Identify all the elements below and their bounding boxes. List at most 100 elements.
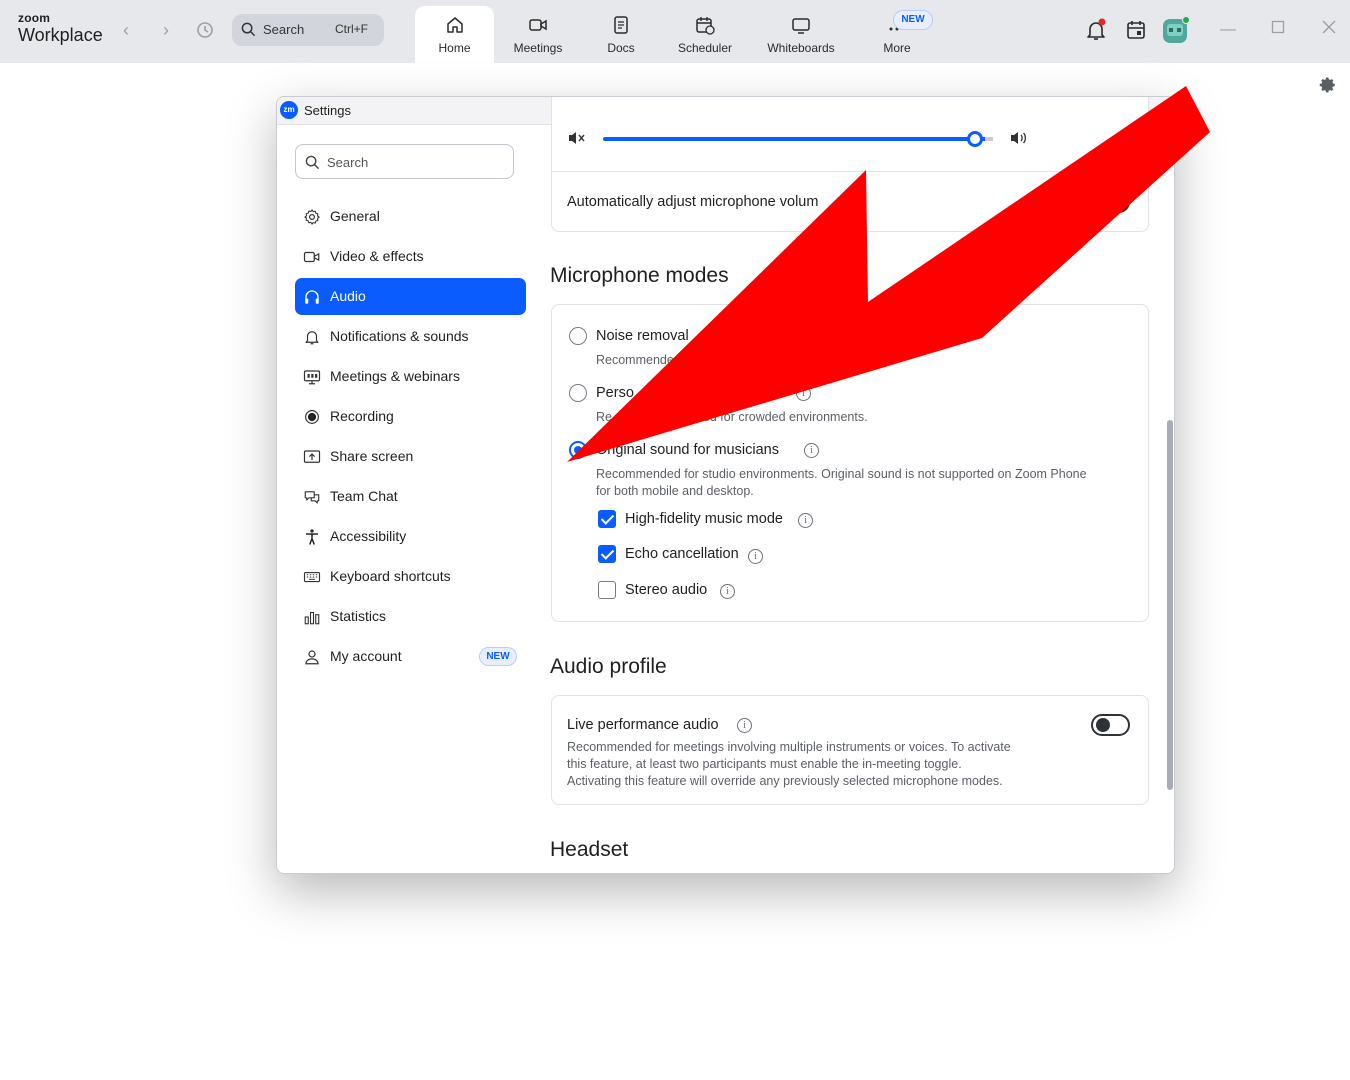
stereo-audio-info-icon[interactable]: i	[720, 584, 735, 599]
keyboard-icon	[303, 571, 321, 583]
sidebar-item-recording[interactable]: Recording	[295, 398, 526, 435]
live-performance-desc-line-1: Recommended for meetings involving multi…	[567, 740, 1011, 754]
personalized-audio-label: Perso	[596, 385, 634, 401]
auto-adjust-mic-label: Automatically adjust microphone volum	[567, 194, 819, 210]
sidebar-item-audio[interactable]: Audio	[295, 278, 526, 315]
sidebar-item-statistics[interactable]: Statistics	[295, 598, 526, 635]
echo-cancellation-info-icon[interactable]: i	[748, 549, 763, 564]
noise-removal-label: Noise removal	[596, 328, 689, 344]
more-new-badge: NEW	[893, 10, 933, 30]
sidebar-item-keyboard-shortcuts[interactable]: Keyboard shortcuts	[295, 558, 526, 595]
sidebar-item-accessibility[interactable]: Accessibility	[295, 518, 526, 555]
mic-modes-card	[551, 304, 1149, 622]
search-shortcut: Ctrl+F	[335, 22, 368, 36]
user-icon	[305, 650, 319, 665]
sidebar-item-share-screen[interactable]: Share screen	[295, 438, 526, 475]
tab-docs[interactable]: Docs	[598, 6, 644, 63]
mic-volume-card	[551, 97, 1149, 232]
home-settings-gear-icon[interactable]	[1319, 76, 1337, 94]
auto-adjust-mic-toggle[interactable]	[1091, 191, 1130, 213]
original-sound-info-icon[interactable]: i	[804, 443, 819, 458]
search-icon	[305, 155, 320, 170]
volume-up-icon	[1011, 132, 1027, 144]
personalized-audio-desc: Re	[596, 410, 612, 424]
zoom-app-icon: zm	[280, 101, 298, 119]
sidebar-item-team-chat[interactable]: Team Chat	[295, 478, 526, 515]
audio-profile-heading: Audio profile	[550, 655, 667, 678]
bell-icon	[305, 331, 319, 345]
forward-arrow-icon[interactable]: ›	[155, 20, 177, 42]
stereo-audio-checkbox[interactable]	[598, 581, 616, 599]
live-performance-label: Live performance audio	[567, 717, 719, 733]
noise-removal-desc: Recommended	[596, 353, 681, 367]
top-bar: zoom Workplace ‹ › Search Ctrl+F Home Me…	[0, 0, 1350, 63]
personalized-audio-label-end: tion	[751, 385, 775, 401]
settings-search-field[interactable]	[295, 144, 514, 179]
zoom-workplace-logo: zoom Workplace	[18, 11, 103, 45]
live-performance-desc-line-3: Activating this feature will override an…	[567, 774, 1003, 788]
share-screen-icon	[303, 450, 321, 463]
tab-scheduler[interactable]: Scheduler	[670, 6, 740, 63]
mic-modes-heading: Microphone modes	[550, 264, 729, 287]
high-fidelity-checkbox[interactable]	[598, 510, 616, 528]
original-sound-radio[interactable]	[569, 441, 587, 459]
high-fidelity-info-icon[interactable]: i	[798, 513, 813, 528]
tab-meetings[interactable]: Meetings	[502, 6, 574, 63]
volume-mute-icon	[569, 132, 585, 144]
sidebar-item-notifications-sounds[interactable]: Notifications & sounds	[295, 318, 526, 355]
close-window-button[interactable]	[1319, 20, 1339, 40]
live-performance-desc-line-2: this feature, at least two participants …	[567, 757, 962, 771]
chat-icon	[304, 491, 320, 504]
mic-volume-slider-knob[interactable]	[967, 131, 983, 147]
history-icon[interactable]	[194, 20, 216, 42]
original-sound-label: Original sound for musicians	[596, 442, 779, 458]
whiteboard-icon	[792, 18, 810, 34]
noise-removal-radio[interactable]	[569, 327, 587, 345]
notifications-bell-icon[interactable]	[1084, 18, 1108, 42]
back-arrow-icon[interactable]: ‹	[115, 20, 137, 42]
headphones-icon	[305, 290, 319, 304]
record-icon	[305, 410, 319, 424]
minimize-window-button[interactable]: —	[1218, 20, 1238, 40]
video-camera-icon	[303, 251, 320, 263]
divider	[551, 171, 1149, 172]
headset-heading: Headset	[550, 838, 629, 861]
settings-scrollbar[interactable]	[1167, 420, 1173, 790]
sidebar-item-meetings-webinars[interactable]: Meetings & webinars	[295, 358, 526, 395]
stereo-audio-label: Stereo audio	[625, 582, 708, 598]
tab-whiteboards[interactable]: Whiteboards	[760, 6, 842, 63]
sidebar-item-my-account[interactable]: My account NEW	[295, 638, 526, 675]
gear-icon	[304, 209, 320, 225]
original-sound-desc: Recommended for studio environments. Ori…	[596, 467, 1087, 481]
document-icon	[614, 16, 628, 34]
live-performance-toggle[interactable]	[1091, 714, 1130, 736]
high-fidelity-label: High-fidelity music mode	[625, 511, 783, 527]
personalized-audio-desc-end: nded for crowded environments.	[689, 410, 868, 424]
top-search-label: Search	[263, 22, 305, 37]
original-sound-desc-2: for both mobile and desktop.	[596, 484, 754, 498]
my-account-new-badge: NEW	[479, 647, 517, 666]
top-search-button[interactable]: Search Ctrl+F	[232, 14, 384, 46]
bar-chart-icon	[304, 611, 320, 625]
maximize-window-button[interactable]	[1268, 20, 1288, 40]
mic-volume-slider-rest	[985, 137, 993, 141]
sidebar-item-video-effects[interactable]: Video & effects	[295, 238, 526, 275]
live-performance-info-icon[interactable]: i	[737, 718, 752, 733]
mic-volume-slider-track[interactable]	[603, 137, 988, 141]
tab-home[interactable]: Home	[415, 6, 494, 63]
personalized-audio-info-icon[interactable]: i	[796, 386, 811, 401]
avatar[interactable]	[1162, 16, 1190, 44]
accessibility-icon	[306, 529, 318, 545]
search-icon	[241, 22, 256, 37]
calendar-clock-icon	[696, 17, 715, 35]
personalized-audio-radio[interactable]	[569, 384, 587, 402]
settings-window: zm Settings General Video & effects Audi…	[276, 96, 1175, 874]
sidebar-item-general[interactable]: General	[295, 198, 526, 235]
settings-window-title: Settings	[304, 103, 351, 118]
echo-cancellation-checkbox[interactable]	[598, 545, 616, 563]
settings-search-input[interactable]	[327, 152, 497, 172]
presentation-icon	[303, 370, 321, 385]
home-icon	[446, 17, 463, 33]
calendar-icon[interactable]	[1124, 18, 1148, 42]
echo-cancellation-label: Echo cancellation	[625, 546, 739, 562]
